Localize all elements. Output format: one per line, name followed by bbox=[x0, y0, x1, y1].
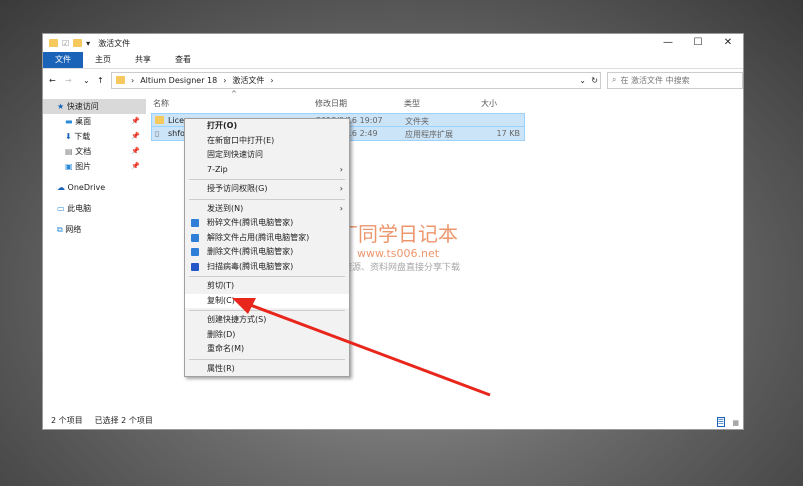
annotation-arrow bbox=[232, 298, 491, 397]
